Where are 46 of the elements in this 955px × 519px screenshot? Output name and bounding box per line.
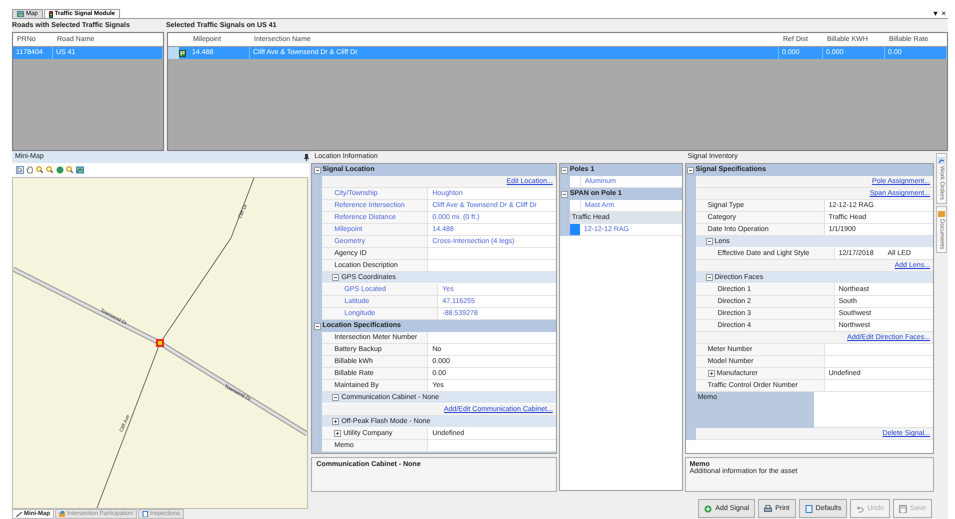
row-header: [570, 200, 581, 212]
value-field[interactable]: [824, 344, 934, 356]
document-icon: [142, 511, 148, 517]
chart-icon: [938, 157, 946, 164]
pointer-icon: [16, 166, 24, 174]
map-icon: [17, 11, 24, 17]
collapse-icon[interactable]: [687, 166, 694, 174]
folder-icon: [938, 210, 946, 217]
hand-icon: [26, 166, 34, 174]
add-icon: [704, 504, 712, 512]
globe-icon: [56, 166, 64, 174]
close-button[interactable]: ×: [939, 9, 948, 18]
collapse-icon[interactable]: [332, 394, 340, 401]
collapse-icon[interactable]: [332, 274, 340, 281]
collapse-icon[interactable]: [314, 166, 321, 174]
value-field[interactable]: [428, 440, 556, 452]
magnifier-icon: [66, 166, 74, 174]
puzzle-icon: [59, 511, 65, 517]
line-icon: [16, 511, 22, 517]
zoom-in-icon: [36, 166, 44, 174]
flag-icon: [179, 50, 186, 56]
collapse-icon[interactable]: [561, 190, 568, 198]
collapse-icon[interactable]: [561, 166, 568, 174]
dropdown-button[interactable]: ▾: [931, 9, 940, 18]
signal-marker-icon: [156, 339, 164, 347]
value-field[interactable]: [428, 260, 556, 272]
expand-icon[interactable]: [334, 430, 342, 437]
expand-icon[interactable]: [708, 370, 715, 377]
value-field[interactable]: [428, 332, 556, 344]
collapse-icon[interactable]: [314, 322, 321, 330]
collapse-icon[interactable]: [706, 238, 713, 245]
value-field[interactable]: [824, 356, 934, 368]
printer-icon: [764, 504, 772, 512]
row-header: [570, 176, 581, 188]
document-icon: [804, 504, 813, 512]
traffic-light-icon: [48, 10, 53, 18]
value-field[interactable]: [428, 248, 556, 260]
collapse-icon[interactable]: [706, 274, 713, 281]
map-icon: [76, 166, 84, 174]
pin-icon: [304, 154, 310, 160]
undo-icon: [856, 504, 864, 512]
value-field[interactable]: [824, 380, 934, 392]
zoom-out-icon: [46, 166, 54, 174]
row-header: [168, 47, 179, 59]
expand-icon[interactable]: [332, 418, 340, 425]
memo-field[interactable]: [814, 392, 934, 428]
